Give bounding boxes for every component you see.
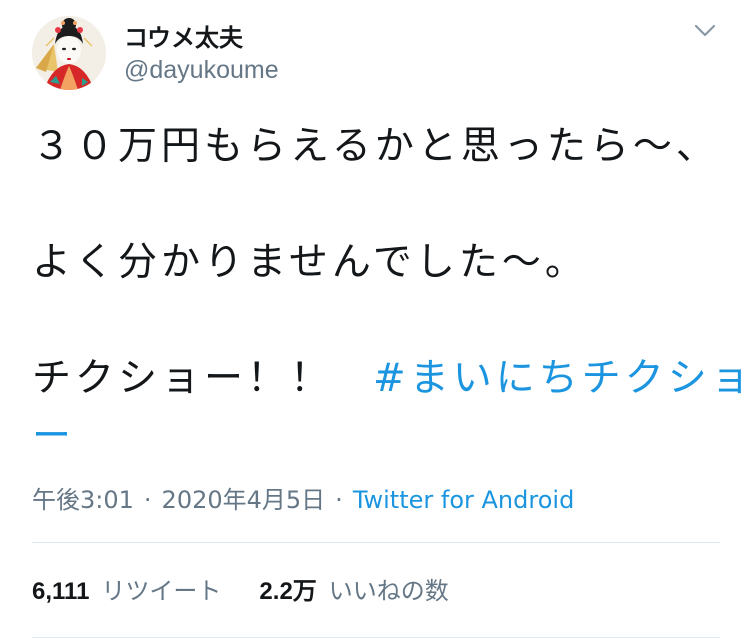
likes-count: 2.2万: [259, 578, 317, 605]
tweet-line: ー: [32, 408, 722, 466]
avatar-illustration: [32, 16, 106, 90]
meta-separator: ·: [143, 486, 152, 514]
tweet-meta: 午後3:01 · 2020年4月5日 · Twitter for Android: [32, 480, 574, 515]
tweet-source-link[interactable]: Twitter for Android: [353, 486, 574, 514]
tweet-line: ３０万円もらえるかと思ったら〜、: [32, 124, 719, 169]
likes-stat[interactable]: 2.2万 いいねの数: [259, 577, 448, 605]
tweet-line-text: チクショー！！: [32, 356, 334, 401]
likes-label: いいねの数: [328, 577, 449, 605]
tweet-time[interactable]: 午後3:01: [32, 486, 134, 514]
tweet-line: よく分かりませんでした〜。: [32, 240, 588, 285]
tweet-date[interactable]: 2020年4月5日: [162, 486, 326, 514]
retweets-count: 6,111: [32, 578, 90, 605]
hashtag-link-continued[interactable]: ー: [32, 414, 75, 459]
divider: [32, 542, 720, 543]
tweet-text: ３０万円もらえるかと思ったら〜、 よく分かりませんでした〜。 チクショー！！ #ま…: [32, 118, 750, 466]
meta-separator: ·: [335, 486, 343, 514]
tweet-card: コウメ太夫 @dayukoume ３０万円もらえるかと思ったら〜、 よく分かりま…: [0, 0, 750, 638]
tweet-line: チクショー！！ #まいにちチクショ: [32, 350, 750, 408]
retweets-label: リツイート: [101, 577, 222, 605]
display-name[interactable]: コウメ太夫: [124, 18, 243, 53]
chevron-down-icon[interactable]: [692, 20, 718, 40]
retweets-stat[interactable]: 6,111 リツイート: [32, 577, 221, 605]
hashtag-link[interactable]: #まいにちチクショ: [373, 356, 750, 401]
avatar[interactable]: [32, 16, 106, 90]
user-handle[interactable]: @dayukoume: [124, 56, 279, 85]
tweet-stats: 6,111 リツイート 2.2万 いいねの数: [32, 571, 449, 606]
